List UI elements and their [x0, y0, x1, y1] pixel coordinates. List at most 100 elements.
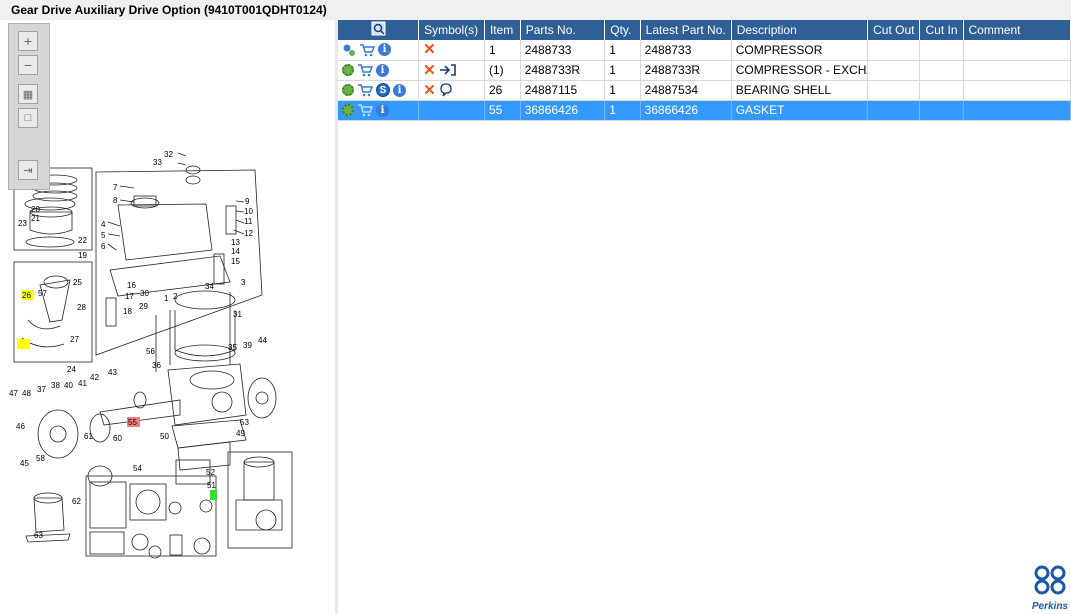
supersession-icon[interactable]: S — [376, 83, 390, 97]
gear-icon[interactable] — [342, 64, 354, 76]
row-item: 26 — [484, 80, 521, 101]
perkins-logo-mark — [1034, 565, 1066, 595]
callout-52: 52 — [206, 468, 215, 477]
diagram-pane[interactable]: 32 33 7 8 4 5 6 9 10 11 12 13 14 15 3 16… — [0, 20, 335, 614]
zoom-out-button[interactable]: − — [18, 55, 38, 75]
callout-14: 14 — [231, 247, 240, 256]
column-header-parts-no[interactable]: Parts No. — [520, 20, 606, 40]
remove-icon[interactable]: ✕ — [423, 41, 436, 58]
callout-13: 13 — [231, 238, 240, 247]
callout-32: 32 — [164, 150, 173, 159]
row-description: COMPRESSOR — [731, 40, 869, 61]
callout-6: 6 — [101, 242, 106, 251]
column-header-cut-out[interactable]: Cut Out — [867, 20, 921, 40]
minus-icon: − — [23, 57, 33, 73]
row-cut-out — [867, 80, 921, 101]
comment-bubble-icon[interactable] — [439, 83, 453, 97]
row-cut-in — [919, 40, 964, 61]
table-row[interactable]: i ✕ 1 2488733 1 2488733 COMPRESSOR — [338, 40, 1071, 61]
fit-to-window-button[interactable]: ▦ — [18, 84, 38, 104]
highlight-1 — [210, 490, 217, 500]
row-cut-out — [867, 100, 921, 121]
row-latest-part-no: 2488733 — [640, 40, 732, 61]
cart-icon[interactable] — [357, 83, 373, 97]
callout-40: 40 — [64, 381, 73, 390]
table-row[interactable]: S i ✕ 26 24887115 1 24887534 BEARING SHE… — [338, 80, 1071, 101]
export-button[interactable]: ⇥ — [18, 160, 38, 180]
gear-icon[interactable] — [342, 104, 354, 116]
row-cut-in — [919, 80, 964, 101]
exchange-arrow-icon[interactable] — [439, 63, 457, 77]
cart-icon[interactable] — [357, 103, 373, 117]
row-symbols: ✕ — [418, 40, 485, 61]
info-icon[interactable]: i — [376, 103, 389, 117]
gear-icon[interactable] — [342, 84, 354, 96]
row-action-icons: i — [338, 100, 420, 121]
info-icon[interactable]: i — [393, 83, 406, 97]
column-header-item[interactable]: Item — [484, 20, 521, 40]
callout-5: 5 — [101, 231, 106, 240]
callout-45: 45 — [20, 459, 29, 468]
callout-30: 30 — [140, 289, 149, 298]
actual-size-button[interactable]: □ — [18, 108, 38, 128]
column-header-search[interactable] — [338, 20, 420, 40]
column-header-description[interactable]: Description — [731, 20, 869, 40]
column-header-latest-part-no[interactable]: Latest Part No. — [640, 20, 732, 40]
callout-11: 11 — [244, 217, 253, 226]
callout-29: 29 — [139, 302, 148, 311]
callout-2: 2 — [173, 292, 178, 301]
callout-50: 50 — [160, 432, 169, 441]
callout-21: 21 — [31, 214, 40, 223]
callout-41: 41 — [78, 379, 87, 388]
row-action-icons: S i — [338, 80, 420, 101]
row-description: BEARING SHELL — [731, 80, 869, 101]
row-cut-in — [919, 60, 964, 81]
callout-37: 37 — [37, 385, 46, 394]
callout-36: 36 — [152, 361, 161, 370]
column-header-cut-in[interactable]: Cut In — [919, 20, 964, 40]
table-row[interactable]: i ✕ (1) 2488733R 1 2488733R COMPRESSOR -… — [338, 60, 1071, 81]
callout-56: 56 — [146, 347, 155, 356]
square-icon: □ — [24, 112, 32, 124]
callout-10: 10 — [244, 207, 253, 216]
export-icon: ⇥ — [23, 164, 33, 177]
row-qty: 1 — [604, 40, 641, 61]
row-item: (1) — [484, 60, 521, 81]
column-header-qty[interactable]: Qty. — [604, 20, 641, 40]
highlight-26-lower — [17, 339, 30, 349]
callout-25: 25 — [73, 278, 82, 287]
cart-icon[interactable] — [357, 63, 373, 77]
fit-icon: ▦ — [22, 88, 34, 101]
callout-24: 24 — [67, 365, 76, 374]
gasket-kit-box — [85, 475, 217, 557]
remove-icon[interactable]: ✕ — [423, 63, 436, 78]
callout-4: 4 — [101, 220, 106, 229]
callout-22: 22 — [78, 236, 87, 245]
remove-icon[interactable]: ✕ — [423, 83, 436, 98]
callout-53: 53 — [240, 418, 249, 427]
row-cut-out — [867, 60, 921, 81]
callout-49: 49 — [236, 429, 245, 438]
row-action-icons: i — [338, 40, 420, 61]
callout-61: 61 — [84, 432, 93, 441]
info-icon[interactable]: i — [376, 63, 389, 77]
callout-57: 57 — [38, 289, 47, 298]
column-header-comment[interactable]: Comment — [963, 20, 1071, 40]
parts-diagram[interactable]: 32 33 7 8 4 5 6 9 10 11 12 13 14 15 3 16… — [0, 20, 335, 614]
search-icon — [371, 21, 386, 36]
zoom-in-button[interactable]: + — [18, 31, 38, 51]
callout-7: 7 — [113, 183, 118, 192]
table-row-selected[interactable]: i 55 36866426 1 36866426 GASKET — [338, 100, 1071, 121]
callout-60: 60 — [113, 434, 122, 443]
callout-63: 63 — [34, 531, 43, 540]
info-icon[interactable]: i — [378, 43, 391, 57]
callout-62: 62 — [72, 497, 81, 506]
column-header-symbols[interactable]: Symbol(s) — [418, 20, 485, 40]
row-comment — [963, 80, 1071, 101]
row-parts-no: 2488733 — [520, 40, 606, 61]
row-item: 1 — [484, 40, 521, 61]
callout-58: 58 — [36, 454, 45, 463]
cart-icon[interactable] — [359, 43, 375, 57]
callout-47: 47 — [9, 389, 18, 398]
gears-icon[interactable] — [342, 43, 356, 57]
